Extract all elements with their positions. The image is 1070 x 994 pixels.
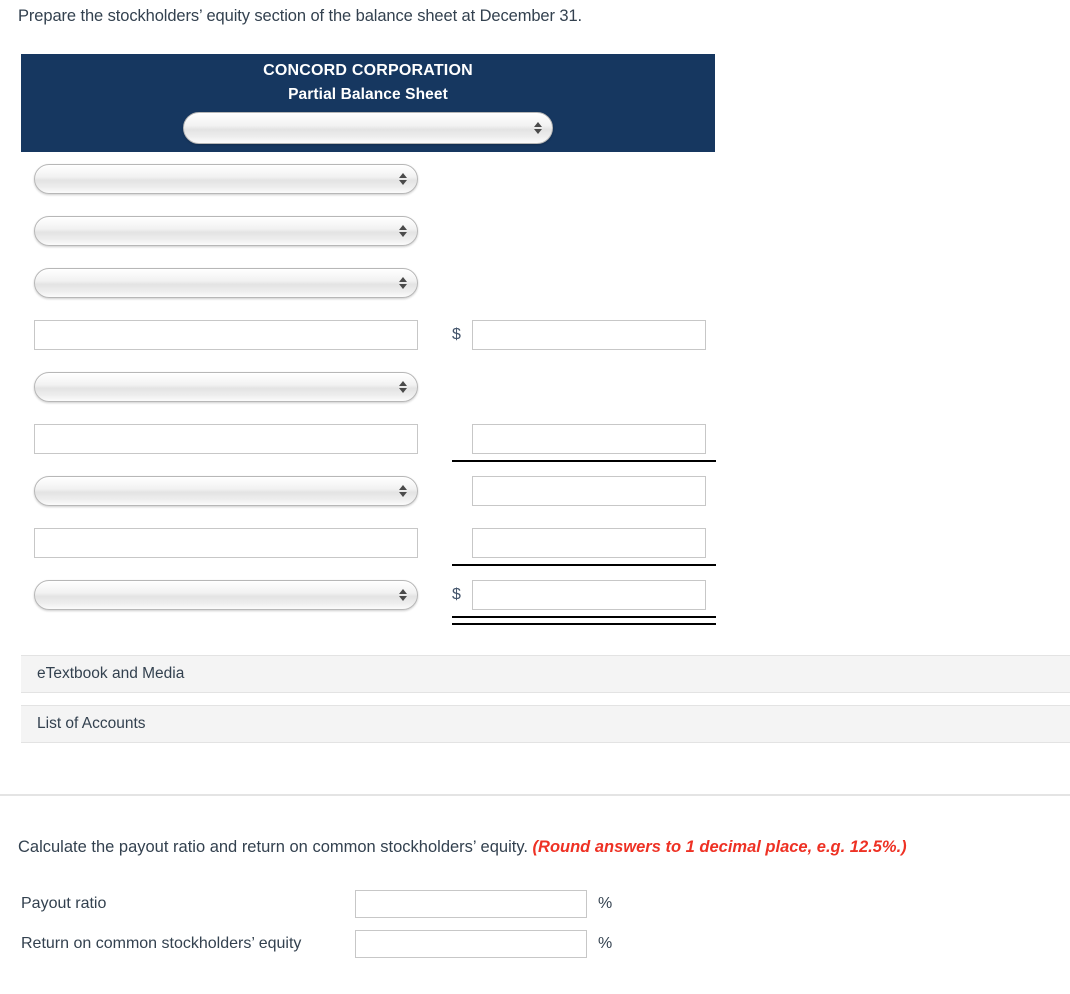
amount-input[interactable]: [472, 320, 706, 350]
account-description-input[interactable]: [34, 424, 418, 454]
ratios-prompt: Calculate the payout ratio and return on…: [18, 836, 907, 858]
account-description-input[interactable]: [34, 528, 418, 558]
updown-arrows-icon: [398, 275, 407, 291]
account-description-input[interactable]: [34, 320, 418, 350]
etextbook-and-media-bar[interactable]: eTextbook and Media: [21, 655, 1070, 693]
page-prompt: Prepare the stockholders’ equity section…: [18, 7, 583, 25]
subtotal-rule: [452, 564, 716, 566]
amount-input[interactable]: [472, 424, 706, 454]
updown-arrows-icon: [398, 587, 407, 603]
list-of-accounts-bar[interactable]: List of Accounts: [21, 705, 1070, 743]
ratios-rounding-note: (Round answers to 1 decimal place, e.g. …: [532, 838, 907, 856]
return-on-equity-label: Return on common stockholders’ equity: [21, 935, 302, 952]
account-select[interactable]: [34, 268, 418, 298]
list-of-accounts-label: List of Accounts: [37, 715, 146, 732]
return-on-equity-input[interactable]: [355, 930, 587, 958]
account-select[interactable]: [34, 372, 418, 402]
dollar-sign: $: [452, 326, 461, 343]
payout-ratio-percent-sign: %: [598, 895, 613, 912]
updown-arrows-icon: [398, 223, 407, 239]
payout-ratio-input[interactable]: [355, 890, 587, 918]
account-select[interactable]: [34, 580, 418, 610]
account-select[interactable]: [34, 476, 418, 506]
etextbook-and-media-label: eTextbook and Media: [37, 665, 185, 682]
account-select[interactable]: [34, 216, 418, 246]
updown-arrows-icon: [398, 483, 407, 499]
subtotal-rule: [452, 460, 716, 462]
statement-header: CONCORD CORPORATION Partial Balance Shee…: [21, 54, 715, 152]
statement-date-select[interactable]: [183, 112, 553, 144]
statement-subtitle: Partial Balance Sheet: [288, 86, 448, 103]
ratios-prompt-text: Calculate the payout ratio and return on…: [18, 838, 533, 856]
return-on-equity-percent-sign: %: [598, 935, 613, 952]
updown-arrows-icon: [398, 379, 407, 395]
amount-input[interactable]: [472, 528, 706, 558]
total-double-rule: [452, 616, 716, 625]
company-name: CONCORD CORPORATION: [263, 62, 473, 79]
updown-arrows-icon: [398, 171, 407, 187]
section-divider: [0, 794, 1070, 796]
account-select[interactable]: [34, 164, 418, 194]
updown-arrows-icon: [533, 120, 542, 136]
total-amount-input[interactable]: [472, 580, 706, 610]
dollar-sign: $: [452, 586, 461, 603]
payout-ratio-label: Payout ratio: [21, 895, 107, 912]
amount-input[interactable]: [472, 476, 706, 506]
